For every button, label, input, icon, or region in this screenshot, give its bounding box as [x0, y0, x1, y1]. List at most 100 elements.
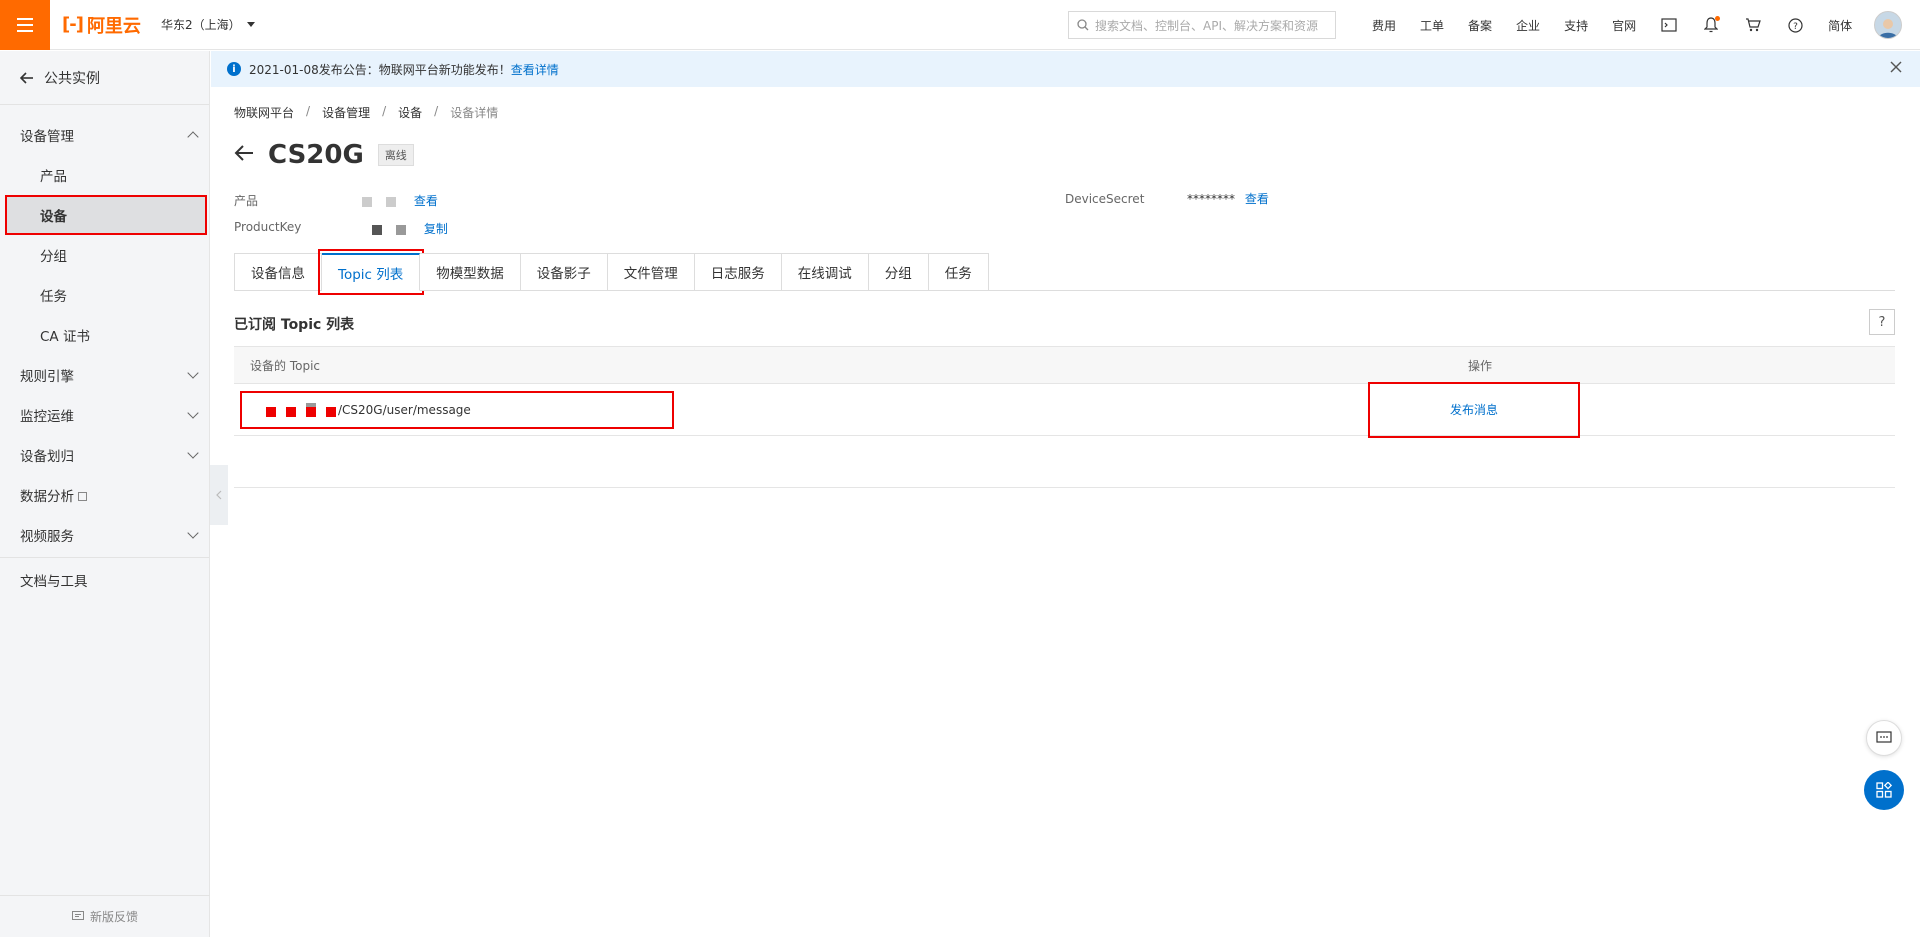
action-cell: 发布消息 — [1368, 381, 1895, 438]
redacted-block — [286, 406, 296, 417]
sidebar-collapse-toggle[interactable] — [210, 465, 228, 525]
chat-button[interactable] — [1866, 720, 1902, 756]
nav-billing[interactable]: 费用 — [1360, 17, 1408, 34]
sidebar-group-video-service[interactable]: 视频服务 — [0, 515, 209, 555]
top-nav: 费用 工单 备案 企业 支持 官网 ? 简体 — [1360, 0, 1903, 50]
devicesecret-masked: ******** — [1187, 192, 1235, 206]
back-to-instances[interactable]: 公共实例 — [0, 51, 209, 105]
sidebar-group-monitoring[interactable]: 监控运维 — [0, 395, 209, 435]
aliyun-logo-icon: [-] — [62, 14, 84, 35]
sidebar-item-device[interactable]: 设备 — [5, 195, 207, 235]
sidebar: 公共实例 设备管理 产品 设备 分组 任务 CA 证书 规则引擎 监控运维 设备… — [0, 51, 210, 937]
nav-support[interactable]: 支持 — [1552, 17, 1600, 34]
help-button[interactable]: ? — [1774, 0, 1816, 50]
feedback-button[interactable]: 新版反馈 — [0, 895, 210, 937]
tab-topic-list[interactable]: Topic 列表 — [317, 249, 425, 295]
sidebar-item-docs-tools[interactable]: 文档与工具 — [0, 560, 209, 600]
devicesecret-view-link[interactable]: 查看 — [1245, 192, 1269, 206]
hamburger-icon — [17, 17, 33, 32]
external-link-icon — [78, 492, 87, 501]
breadcrumb-separator: / — [382, 104, 387, 118]
sidebar-group-label: 视频服务 — [20, 529, 74, 545]
device-tabs: 设备信息 Topic 列表 物模型数据 设备影子 文件管理 日志服务 在线调试 … — [234, 249, 1895, 295]
sidebar-item-ca-cert[interactable]: CA 证书 — [0, 315, 209, 355]
info-icon: i — [227, 62, 241, 76]
nav-ticket[interactable]: 工单 — [1408, 17, 1456, 34]
region-selector[interactable]: 华东2（上海） — [161, 16, 255, 33]
nav-official-site[interactable]: 官网 — [1600, 17, 1648, 34]
breadcrumb-separator: / — [306, 104, 311, 118]
nav-enterprise[interactable]: 企业 — [1504, 17, 1552, 34]
close-icon — [1890, 61, 1902, 73]
productkey-value: 复制 — [372, 220, 448, 237]
sidebar-group-label: 数据分析 — [20, 489, 74, 505]
publish-message-button[interactable]: 发布消息 — [1368, 381, 1580, 438]
sidebar-item-task[interactable]: 任务 — [0, 275, 209, 315]
sidebar-group-rules-engine[interactable]: 规则引擎 — [0, 355, 209, 395]
search-icon — [1077, 19, 1089, 31]
breadcrumb-device-management[interactable]: 设备管理 — [322, 104, 370, 121]
announcement-link[interactable]: 查看详情 — [511, 61, 559, 78]
nav-icp[interactable]: 备案 — [1456, 17, 1504, 34]
sidebar-item-label: 文档与工具 — [20, 574, 88, 590]
help-button[interactable]: ? — [1869, 309, 1895, 335]
product-field: 产品 — [234, 192, 258, 209]
redacted-block — [372, 224, 382, 235]
sidebar-group-label: 监控运维 — [20, 409, 74, 425]
sidebar-group-device-assignment[interactable]: 设备划归 — [0, 435, 209, 475]
tab-online-debug[interactable]: 在线调试 — [781, 253, 869, 291]
redacted-block — [266, 406, 276, 417]
tab-device-info[interactable]: 设备信息 — [234, 253, 322, 291]
announcement-text: 2021-01-08发布公告：物联网平台新功能发布！ — [249, 62, 511, 77]
tab-task[interactable]: 任务 — [928, 253, 989, 291]
redacted-block — [396, 224, 406, 235]
cart-icon — [1746, 18, 1761, 32]
language-switch[interactable]: 简体 — [1816, 17, 1864, 34]
logo-text: 阿里云 — [86, 15, 141, 37]
back-button[interactable] — [234, 145, 254, 165]
notification-button[interactable] — [1690, 0, 1732, 50]
tab-thing-model-data[interactable]: 物模型数据 — [420, 253, 521, 291]
svg-text:?: ? — [1793, 22, 1798, 32]
sidebar-group-label-wrap: 数据分析 — [20, 485, 87, 505]
breadcrumb-device[interactable]: 设备 — [398, 104, 422, 121]
close-button[interactable] — [1890, 61, 1902, 76]
devicesecret-field: DeviceSecret — [1065, 192, 1144, 206]
sidebar-group-data-analysis[interactable]: 数据分析 — [0, 475, 209, 515]
announcement-banner: i 2021-01-08发布公告：物联网平台新功能发布！ 查看详情 — [211, 51, 1920, 87]
tab-file-management[interactable]: 文件管理 — [607, 253, 695, 291]
breadcrumb-iot-platform[interactable]: 物联网平台 — [234, 104, 294, 121]
aliyun-logo[interactable]: [-] 阿里云 — [62, 12, 141, 38]
productkey-field: ProductKey — [234, 220, 301, 234]
sidebar-group-device-management[interactable]: 设备管理 — [0, 115, 209, 155]
topic-value: /CS20G/user/message — [240, 390, 674, 429]
search-placeholder: 搜索文档、控制台、API、解决方案和资源 — [1095, 18, 1318, 33]
productkey-copy-link[interactable]: 复制 — [424, 222, 448, 236]
feedback-icon — [71, 911, 84, 920]
menu-button[interactable] — [0, 0, 50, 50]
sidebar-item-product[interactable]: 产品 — [0, 155, 209, 195]
search-input[interactable]: 搜索文档、控制台、API、解决方案和资源 — [1068, 11, 1336, 39]
avatar[interactable] — [1874, 11, 1903, 39]
table-header: 设备的 Topic 操作 — [234, 346, 1895, 384]
arrow-left-icon — [234, 145, 253, 161]
cart-button[interactable] — [1732, 0, 1774, 50]
sidebar-group-label: 设备划归 — [20, 449, 74, 465]
notification-dot — [1715, 16, 1721, 21]
sidebar-item-label: 任务 — [40, 289, 67, 305]
sidebar-item-label: CA 证书 — [40, 329, 90, 345]
topic-table: 设备的 Topic 操作 /CS20G/user/message 发布消息 — [234, 346, 1895, 488]
tab-log-service[interactable]: 日志服务 — [694, 253, 782, 291]
terminal-icon — [1661, 18, 1677, 32]
terminal-button[interactable] — [1648, 0, 1690, 50]
sidebar-item-group[interactable]: 分组 — [0, 235, 209, 275]
chevron-down-icon — [187, 447, 199, 459]
tab-group[interactable]: 分组 — [868, 253, 929, 291]
arrow-left-icon — [20, 71, 33, 84]
redacted-block — [362, 196, 372, 207]
sidebar-item-label: 产品 — [40, 169, 67, 185]
apps-button[interactable] — [1864, 770, 1904, 810]
redacted-block — [306, 406, 316, 417]
product-view-link[interactable]: 查看 — [414, 194, 438, 208]
tab-device-shadow[interactable]: 设备影子 — [520, 253, 608, 291]
